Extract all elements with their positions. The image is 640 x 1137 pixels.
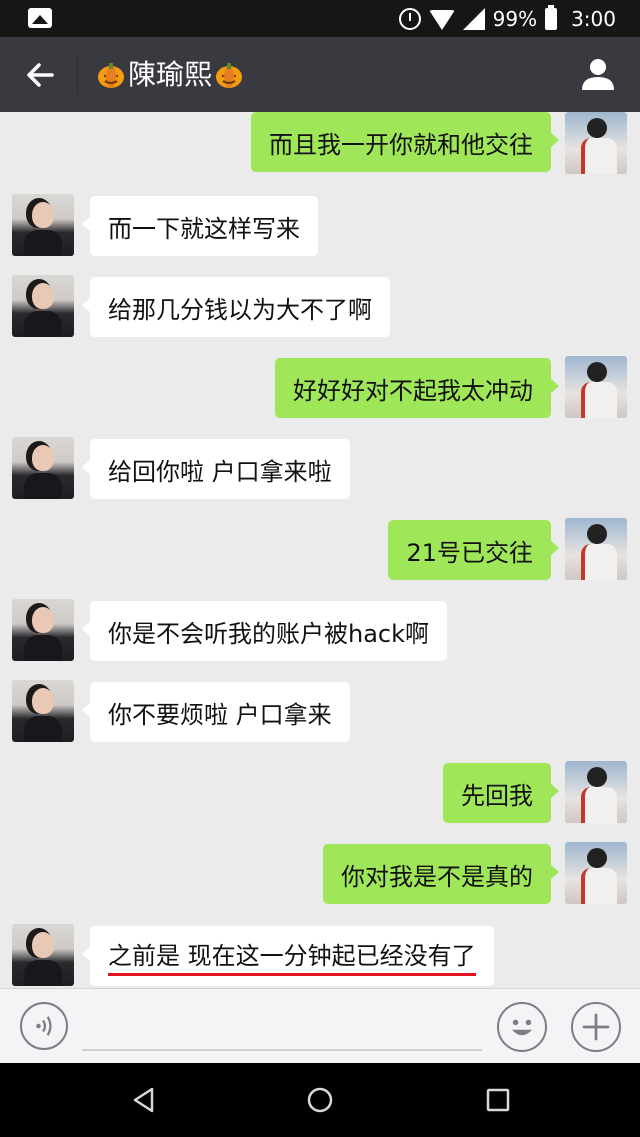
message-bubble[interactable]: 21号已交往	[388, 520, 559, 580]
back-triangle-icon	[133, 1087, 154, 1113]
person-icon	[582, 59, 614, 90]
pumpkin-icon	[214, 60, 244, 90]
battery-icon	[545, 4, 558, 30]
avatar-contact[interactable]	[12, 924, 74, 986]
avatar-contact[interactable]	[12, 680, 74, 742]
chat-header: 陳瑜熙	[0, 37, 640, 112]
contact-profile-button[interactable]	[580, 56, 616, 92]
voice-icon	[36, 1016, 52, 1036]
message-bubble[interactable]: 给回你啦 户口拿来啦	[82, 439, 350, 499]
avatar-self[interactable]	[565, 761, 627, 823]
voice-button[interactable]	[20, 1002, 68, 1050]
nav-home-button[interactable]	[304, 1084, 336, 1116]
chat-title-name: 陳瑜熙	[128, 58, 213, 91]
signal-icon	[462, 7, 485, 30]
avatar-self[interactable]	[565, 518, 627, 580]
clock-time: 3:00	[571, 6, 616, 31]
input-bar	[0, 988, 640, 1063]
back-button[interactable]	[20, 55, 60, 95]
avatar-self[interactable]	[565, 842, 627, 904]
avatar-contact[interactable]	[12, 275, 74, 337]
avatar-self[interactable]	[565, 356, 627, 418]
message-bubble[interactable]: 给那几分钱以为大不了啊	[82, 277, 390, 337]
message-input[interactable]	[82, 1003, 482, 1051]
nav-recents-button[interactable]	[482, 1084, 514, 1116]
status-bar: 99% 3:00	[0, 0, 640, 37]
underlined-message-text: 之前是 现在这一分钟起已经没有了	[108, 936, 476, 976]
smiley-icon	[511, 1019, 533, 1036]
message-bubble-highlighted[interactable]: 之前是 现在这一分钟起已经没有了	[82, 926, 494, 986]
nav-back-button[interactable]	[128, 1084, 160, 1116]
wifi-icon	[428, 9, 455, 30]
avatar-contact[interactable]	[12, 437, 74, 499]
header-divider	[77, 57, 78, 93]
status-right: 99% 3:00	[398, 0, 616, 37]
message-bubble[interactable]: 你是不会听我的账户被hack啊	[81, 601, 448, 661]
arrow-left-icon	[27, 63, 54, 87]
system-nav-bar	[0, 1063, 640, 1137]
message-list[interactable]: 而且我一开你就和他交往 而一下就这样写来 给那几分钱以为大不了啊 好好好对不起我…	[0, 112, 640, 988]
avatar-self[interactable]	[565, 112, 627, 174]
avatar-contact[interactable]	[12, 194, 74, 256]
message-bubble[interactable]: 好好好对不起我太冲动	[275, 358, 559, 418]
alarm-icon	[398, 7, 421, 30]
message-bubble[interactable]: 先回我	[443, 763, 559, 823]
more-options-button[interactable]	[571, 1002, 621, 1052]
plus-icon	[582, 1013, 610, 1041]
home-circle-icon	[307, 1087, 333, 1113]
battery-percent: 99%	[492, 6, 538, 31]
message-bubble[interactable]: 而一下就这样写来	[82, 196, 318, 256]
gallery-icon	[28, 8, 52, 28]
emoji-button[interactable]	[497, 1002, 547, 1052]
avatar-contact[interactable]	[12, 599, 74, 661]
chat-title: 陳瑜熙	[96, 57, 244, 93]
message-bubble[interactable]: 你对我是不是真的	[323, 844, 559, 904]
message-bubble[interactable]: 你不要烦啦 户口拿来	[82, 682, 350, 742]
recents-square-icon	[486, 1088, 510, 1112]
message-bubble[interactable]: 而且我一开你就和他交往	[251, 112, 559, 172]
pumpkin-icon	[96, 60, 126, 90]
